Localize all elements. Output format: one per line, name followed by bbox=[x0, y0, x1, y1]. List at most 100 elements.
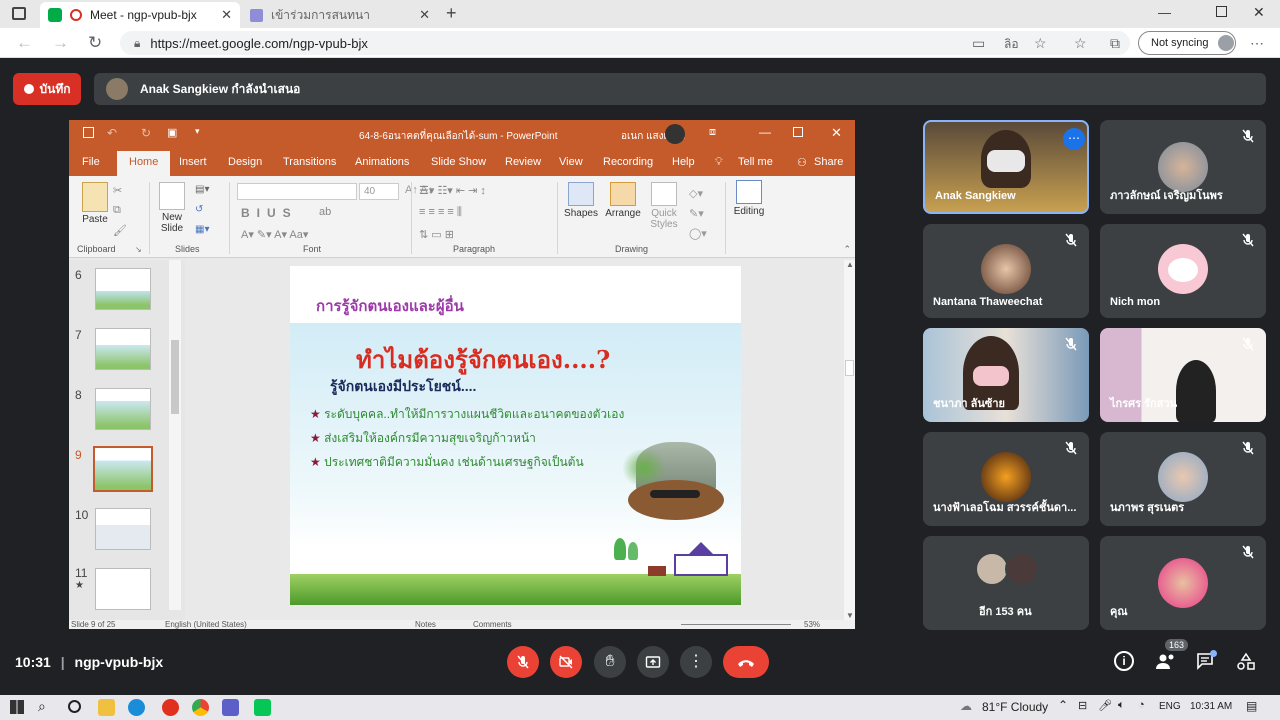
tab-review[interactable]: Review bbox=[505, 156, 541, 168]
slide-thumbnail[interactable] bbox=[95, 508, 151, 550]
participant-tile[interactable]: ภาวลักษณ์ เจริญมโนพร bbox=[1100, 120, 1266, 214]
ribbon-display-options-icon[interactable]: ⧈ bbox=[709, 126, 716, 139]
share-button[interactable]: Share bbox=[814, 156, 843, 168]
text-effects-icon[interactable]: A▾ ✎▾ A▾ Aa▾ bbox=[241, 228, 308, 241]
tab-file[interactable]: File bbox=[82, 156, 100, 168]
cortana-icon[interactable] bbox=[68, 700, 81, 713]
opera-icon[interactable] bbox=[162, 699, 179, 716]
slide-thumbnail[interactable] bbox=[95, 268, 151, 310]
mic-tray-icon[interactable]: 🎤︎ bbox=[1098, 699, 1112, 712]
arrange-button[interactable]: Arrange bbox=[603, 182, 643, 219]
zoom-slider[interactable] bbox=[681, 624, 791, 625]
minimize-icon[interactable]: — bbox=[1158, 5, 1171, 20]
ppt-user-avatar[interactable] bbox=[665, 124, 685, 144]
cut-icon[interactable]: ✂ bbox=[113, 184, 122, 197]
notes-button[interactable]: Notes bbox=[415, 620, 436, 629]
teams-icon[interactable] bbox=[222, 699, 239, 716]
tab-meet[interactable]: Meet - ngp-vpub-bjx ✕ bbox=[40, 2, 240, 28]
file-explorer-icon[interactable] bbox=[98, 699, 115, 716]
clipboard-launcher-icon[interactable]: ↘ bbox=[135, 245, 142, 254]
layout-icon[interactable]: ▤▾ bbox=[195, 184, 209, 195]
bullets-numbering-icon[interactable]: ☰▾ ☷▾ ⇤ ⇥ ↕ bbox=[419, 184, 486, 197]
tab-help[interactable]: Help bbox=[672, 156, 695, 168]
slide-thumbnail-selected[interactable] bbox=[93, 446, 153, 492]
slide-thumbnail[interactable] bbox=[95, 388, 151, 430]
close-tab-icon[interactable]: ✕ bbox=[221, 7, 232, 23]
camera-toggle-button[interactable] bbox=[550, 646, 582, 678]
reset-icon[interactable]: ↺ bbox=[195, 204, 203, 215]
participant-tile[interactable]: นภาพร สุรเนตร bbox=[1100, 432, 1266, 526]
slide-scrollbar[interactable]: ▲ ▼ bbox=[844, 260, 855, 620]
collections-icon[interactable]: ⧉ bbox=[1110, 35, 1120, 52]
participant-tile[interactable]: ⋯ Anak Sangkiew bbox=[923, 120, 1089, 214]
text-direction-icon[interactable]: ⇅ ▭ ⊞ bbox=[419, 228, 454, 241]
notifications-icon[interactable]: ▤ bbox=[1246, 699, 1257, 713]
tab-transitions[interactable]: Transitions bbox=[283, 156, 336, 168]
quick-styles-button[interactable]: Quick Styles bbox=[647, 182, 681, 230]
present-from-start-icon[interactable]: ▣ bbox=[167, 126, 177, 139]
customize-qat-icon[interactable]: ▾ bbox=[195, 126, 200, 137]
mic-toggle-button[interactable] bbox=[507, 646, 539, 678]
volume-icon[interactable]: 🔈︎ bbox=[1118, 699, 1125, 712]
char-spacing-icon[interactable]: ab bbox=[319, 206, 331, 218]
format-painter-icon[interactable]: 🖌︎ bbox=[113, 224, 127, 237]
scroll-down-icon[interactable]: ▼ bbox=[846, 611, 854, 620]
shape-format-icons[interactable]: ◇▾ ✎▾ ◯▾ bbox=[689, 184, 707, 244]
chat-button[interactable] bbox=[1196, 650, 1217, 670]
collapse-ribbon-icon[interactable]: ⌃ bbox=[843, 244, 851, 255]
raise-hand-button[interactable]: ✋︎ bbox=[594, 646, 626, 678]
meeting-info-icon[interactable]: i bbox=[1114, 651, 1134, 671]
tab-recording[interactable]: Recording bbox=[603, 156, 653, 168]
close-tab-icon[interactable]: ✕ bbox=[419, 7, 430, 23]
tab-join-conversation[interactable]: เข้าร่วมการสนทนา ✕ bbox=[242, 2, 438, 28]
redo-icon[interactable]: ↻ bbox=[141, 126, 151, 140]
show-hidden-icons[interactable]: ⌃ bbox=[1058, 698, 1068, 712]
people-button[interactable]: 163 bbox=[1155, 639, 1189, 673]
language-status[interactable]: English (United States) bbox=[165, 620, 247, 629]
tab-animations[interactable]: Animations bbox=[355, 156, 409, 168]
input-language[interactable]: ENG bbox=[1159, 701, 1181, 712]
save-icon[interactable] bbox=[83, 127, 94, 138]
forward-icon[interactable]: → bbox=[52, 33, 69, 53]
participant-tile[interactable]: นางฟ้าเลอโฉม สวรรค์ชั้นดา... bbox=[923, 432, 1089, 526]
participant-tile[interactable]: Nich mon bbox=[1100, 224, 1266, 318]
reload-icon[interactable]: ↻ bbox=[88, 33, 102, 53]
section-icon[interactable]: ▦▾ bbox=[195, 224, 209, 235]
paste-button[interactable]: Paste bbox=[75, 182, 115, 225]
new-slide-button[interactable]: New Slide bbox=[155, 182, 189, 234]
new-tab-icon[interactable]: + bbox=[446, 3, 457, 24]
activities-button[interactable] bbox=[1236, 652, 1256, 672]
editing-button[interactable]: Editing bbox=[729, 180, 769, 217]
tab-design[interactable]: Design bbox=[228, 156, 262, 168]
ppt-close-icon[interactable]: ✕ bbox=[831, 125, 842, 141]
font-name-field[interactable] bbox=[237, 183, 357, 200]
wifi-icon[interactable]: ◔ bbox=[1138, 699, 1145, 711]
leave-call-button[interactable] bbox=[723, 646, 769, 678]
font-style-buttons[interactable]: BIUS bbox=[241, 206, 298, 220]
edge-icon[interactable] bbox=[128, 699, 145, 716]
favorite-add-icon[interactable]: ☆ bbox=[1034, 35, 1047, 52]
maximize-icon[interactable] bbox=[1216, 6, 1227, 17]
more-options-icon[interactable]: ⋯ bbox=[1063, 128, 1085, 150]
record-button[interactable]: บันทึก bbox=[13, 73, 81, 105]
tab-insert[interactable]: Insert bbox=[179, 156, 207, 168]
present-button[interactable] bbox=[637, 646, 669, 678]
tab-view[interactable]: View bbox=[559, 156, 583, 168]
participant-tile[interactable]: ชนาภา ลันซ้าย bbox=[923, 328, 1089, 422]
shapes-button[interactable]: Shapes bbox=[563, 182, 599, 219]
system-clock[interactable]: 10:31 AM bbox=[1190, 701, 1232, 712]
weather-text[interactable]: 81°F Cloudy bbox=[982, 700, 1048, 714]
copy-icon[interactable]: ⧉ bbox=[113, 204, 121, 217]
undo-icon[interactable]: ↶ bbox=[107, 126, 117, 140]
network-icon[interactable]: ⊟ bbox=[1078, 699, 1087, 712]
slide-thumbnail[interactable] bbox=[95, 328, 151, 370]
tab-actions-icon[interactable] bbox=[12, 7, 26, 20]
line-icon[interactable] bbox=[254, 699, 271, 716]
tell-me-search[interactable]: Tell me bbox=[738, 156, 773, 168]
camera-in-use-icon[interactable]: ▭ bbox=[972, 35, 985, 52]
more-options-button[interactable]: ⋮ bbox=[680, 646, 712, 678]
translate-icon[interactable]: ลิอ bbox=[1004, 35, 1019, 54]
participant-tile-self[interactable]: คุณ bbox=[1100, 536, 1266, 630]
alignment-icon[interactable]: ≡ ≡ ≡ ≡ ⫼ bbox=[419, 206, 462, 219]
search-icon[interactable]: ⌕ bbox=[38, 698, 46, 715]
